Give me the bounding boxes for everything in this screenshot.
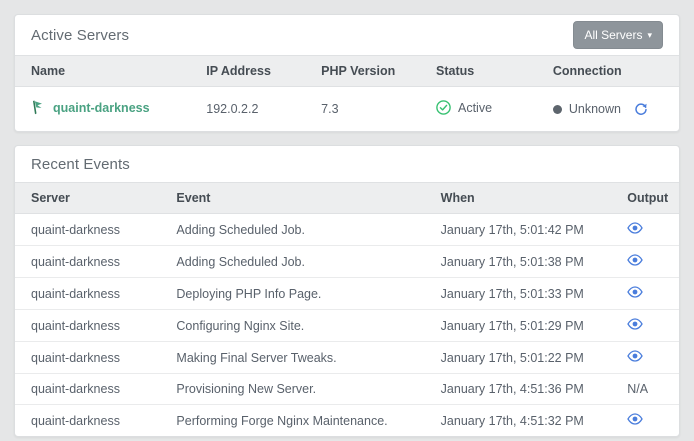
event-description: Adding Scheduled Job.	[160, 214, 424, 246]
recent-events-header: Recent Events	[15, 146, 679, 182]
view-output-button[interactable]	[627, 222, 643, 234]
check-circle-icon	[436, 100, 451, 115]
view-output-button[interactable]	[627, 413, 643, 425]
column-header-when: When	[425, 183, 612, 214]
event-server-name: quaint-darkness	[15, 342, 160, 374]
all-servers-dropdown-button[interactable]: All Servers ▾	[573, 21, 663, 49]
server-name-text: quaint-darkness	[53, 101, 150, 115]
column-header-connection: Connection	[537, 56, 679, 87]
event-timestamp: January 17th, 5:01:29 PM	[425, 310, 612, 342]
column-header-output: Output	[611, 183, 679, 214]
event-row: quaint-darkness Provisioning New Server.…	[15, 374, 679, 405]
event-timestamp: January 17th, 4:51:32 PM	[425, 405, 612, 437]
active-servers-panel: Active Servers All Servers ▾ Name IP Add…	[14, 14, 680, 132]
eye-icon	[627, 286, 643, 298]
panel-title-active-servers: Active Servers	[31, 27, 129, 44]
server-status-text: Active	[458, 101, 492, 115]
event-row: quaint-darkness Making Final Server Twea…	[15, 342, 679, 374]
active-servers-header-row: Name IP Address PHP Version Status Conne…	[15, 56, 679, 87]
server-connection-text: Unknown	[569, 102, 621, 116]
view-output-button[interactable]	[627, 286, 643, 298]
event-description: Adding Scheduled Job.	[160, 246, 424, 278]
server-connection-status: Unknown	[553, 102, 648, 117]
eye-icon	[627, 413, 643, 425]
column-header-server: Server	[15, 183, 160, 214]
event-timestamp: January 17th, 5:01:33 PM	[425, 278, 612, 310]
event-timestamp: January 17th, 5:01:38 PM	[425, 246, 612, 278]
event-row: quaint-darkness Deploying PHP Info Page.…	[15, 278, 679, 310]
event-description: Configuring Nginx Site.	[160, 310, 424, 342]
active-servers-table: Name IP Address PHP Version Status Conne…	[15, 55, 679, 131]
event-description: Deploying PHP Info Page.	[160, 278, 424, 310]
column-header-event: Event	[160, 183, 424, 214]
event-description: Performing Forge Nginx Maintenance.	[160, 405, 424, 437]
all-servers-dropdown-label: All Servers	[584, 28, 642, 42]
event-server-name: quaint-darkness	[15, 374, 160, 405]
panel-title-recent-events: Recent Events	[31, 156, 130, 173]
server-ip-address: 192.0.2.2	[190, 87, 305, 132]
chevron-down-icon: ▾	[647, 31, 652, 40]
event-timestamp: January 17th, 5:01:22 PM	[425, 342, 612, 374]
column-header-status: Status	[420, 56, 537, 87]
event-row: quaint-darkness Adding Scheduled Job. Ja…	[15, 246, 679, 278]
view-output-button[interactable]	[627, 350, 643, 362]
server-status-badge: Active	[436, 100, 492, 115]
output-not-available: N/A	[627, 382, 648, 396]
eye-icon	[627, 350, 643, 362]
eye-icon	[627, 222, 643, 234]
event-row: quaint-darkness Configuring Nginx Site. …	[15, 310, 679, 342]
view-output-button[interactable]	[627, 318, 643, 330]
server-row: quaint-darkness 192.0.2.2 7.3 Active	[15, 87, 679, 132]
event-server-name: quaint-darkness	[15, 405, 160, 437]
event-row: quaint-darkness Adding Scheduled Job. Ja…	[15, 214, 679, 246]
event-server-name: quaint-darkness	[15, 214, 160, 246]
server-php-version: 7.3	[305, 87, 420, 132]
event-server-name: quaint-darkness	[15, 246, 160, 278]
refresh-connection-button[interactable]	[634, 102, 648, 117]
server-name-link[interactable]: quaint-darkness	[31, 100, 150, 115]
refresh-icon	[634, 102, 648, 117]
event-timestamp: January 17th, 4:51:36 PM	[425, 374, 612, 405]
event-timestamp: January 17th, 5:01:42 PM	[425, 214, 612, 246]
column-header-php-version: PHP Version	[305, 56, 420, 87]
event-row: quaint-darkness Performing Forge Nginx M…	[15, 405, 679, 437]
event-server-name: quaint-darkness	[15, 278, 160, 310]
eye-icon	[627, 318, 643, 330]
recent-events-panel: Recent Events Server Event When Output q…	[14, 145, 680, 437]
eye-icon	[627, 254, 643, 266]
event-description: Making Final Server Tweaks.	[160, 342, 424, 374]
gray-dot-icon	[553, 105, 562, 114]
server-flag-icon	[31, 100, 44, 115]
column-header-ip-address: IP Address	[190, 56, 305, 87]
recent-events-table: Server Event When Output quaint-darkness…	[15, 182, 679, 436]
active-servers-header: Active Servers All Servers ▾	[15, 15, 679, 55]
recent-events-header-row: Server Event When Output	[15, 183, 679, 214]
column-header-name: Name	[15, 56, 190, 87]
event-description: Provisioning New Server.	[160, 374, 424, 405]
view-output-button[interactable]	[627, 254, 643, 266]
event-server-name: quaint-darkness	[15, 310, 160, 342]
